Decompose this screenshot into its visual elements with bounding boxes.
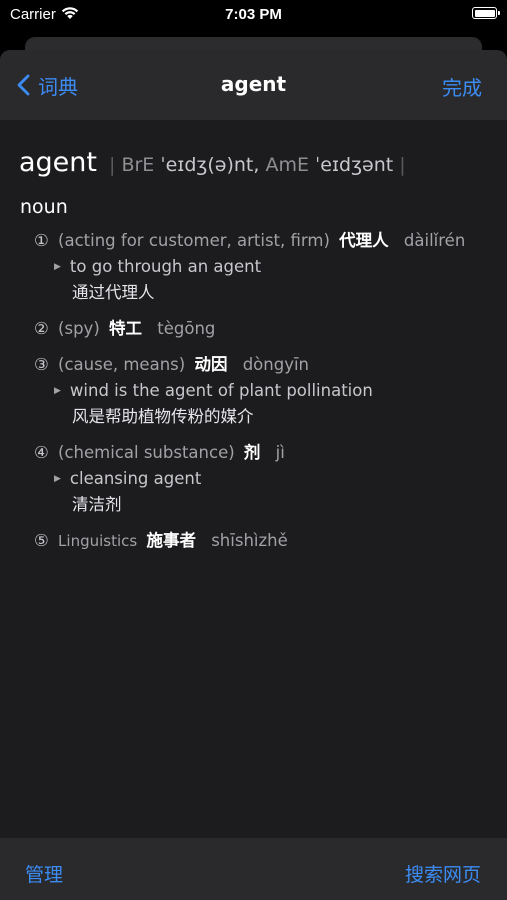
manage-button[interactable]: 管理 [25,860,63,887]
bottom-toolbar: 管理 搜索网页 [0,838,507,900]
sense-pinyin: dòngyīn [242,355,310,374]
pronunciation: | BrE ˈeɪdʒ(ə)nt, AmE ˈeɪdʒənt | [109,154,406,176]
headword-line: agent | BrE ˈeɪdʒ(ə)nt, AmE ˈeɪdʒənt | [19,147,406,178]
pron-separator: | [109,154,116,176]
sense-gloss: (cause, means) [58,355,186,374]
sense-number: ③ [34,355,49,374]
sense-item: ② (spy) 特工 tègōng [34,316,497,342]
sense-translation: 施事者 [146,531,196,550]
pron-separator: | [399,154,406,176]
sense-number: ① [34,231,49,250]
entry-content: agent | BrE ˈeɪdʒ(ə)nt, AmE ˈeɪdʒənt | n… [0,120,507,838]
example: ▶ wind is the agent of plant pollination … [54,378,497,430]
bre-label: BrE [121,154,155,176]
sense-item: ⑤ Linguistics 施事者 shīshìzhě [34,528,497,554]
sense-pinyin: shīshìzhě [211,531,288,550]
example: ▶ cleansing agent 清洁剂 [54,466,497,518]
part-of-speech: noun [20,196,68,218]
example-chinese: 通过代理人 [72,283,155,302]
sense-domain: Linguistics [58,532,138,550]
triangle-right-icon: ▶ [54,262,61,272]
clock: 7:03 PM [225,6,282,23]
headword: agent [19,147,97,178]
sense-pinyin: tègōng [157,319,216,338]
sense-gloss: (spy) [58,319,100,338]
status-bar: Carrier 7:03 PM [0,0,507,32]
ame-ipa: ˈeɪdʒənt [315,154,394,176]
sense-number: ④ [34,443,49,462]
sense-number: ② [34,319,49,338]
sense-item: ③ (cause, means) 动因 dòngyīn ▶ wind is the… [34,352,497,430]
dictionary-sheet: 词典 agent 完成 agent | BrE ˈeɪdʒ(ə)nt, AmE … [0,50,507,900]
sense-translation: 特工 [109,319,143,338]
example-english: wind is the agent of plant pollination [69,381,373,400]
sense-number: ⑤ [34,531,49,550]
sense-translation: 代理人 [339,231,389,250]
sense-pinyin: jì [275,443,285,462]
sense-gloss: (acting for customer, artist, firm) [58,231,330,250]
sense-pinyin: dàilǐrén [403,231,466,250]
example-chinese: 风是帮助植物传粉的媒介 [72,407,254,426]
sense-translation: 动因 [194,355,228,374]
nav-bar: 词典 agent 完成 [0,50,507,120]
battery-icon [472,7,500,19]
example: ▶ to go through an agent 通过代理人 [54,254,497,306]
bre-ipa: ˈeɪdʒ(ə)nt, [160,154,260,176]
example-english: to go through an agent [69,257,262,276]
example-chinese: 清洁剂 [72,495,122,514]
sense-item: ④ (chemical substance) 剂 jì ▶ cleansing a… [34,440,497,518]
sense-item: ① (acting for customer, artist, firm) 代理… [34,228,497,306]
sense-list: ① (acting for customer, artist, firm) 代理… [34,228,497,564]
ame-label: AmE [265,154,309,176]
page-title: agent [220,72,287,96]
sense-translation: 剂 [243,443,261,462]
triangle-right-icon: ▶ [54,386,61,396]
done-button[interactable]: 完成 [442,72,482,101]
search-web-button[interactable]: 搜索网页 [405,860,481,887]
triangle-right-icon: ▶ [54,474,61,484]
sense-gloss: (chemical substance) [58,443,235,462]
example-english: cleansing agent [69,469,202,488]
